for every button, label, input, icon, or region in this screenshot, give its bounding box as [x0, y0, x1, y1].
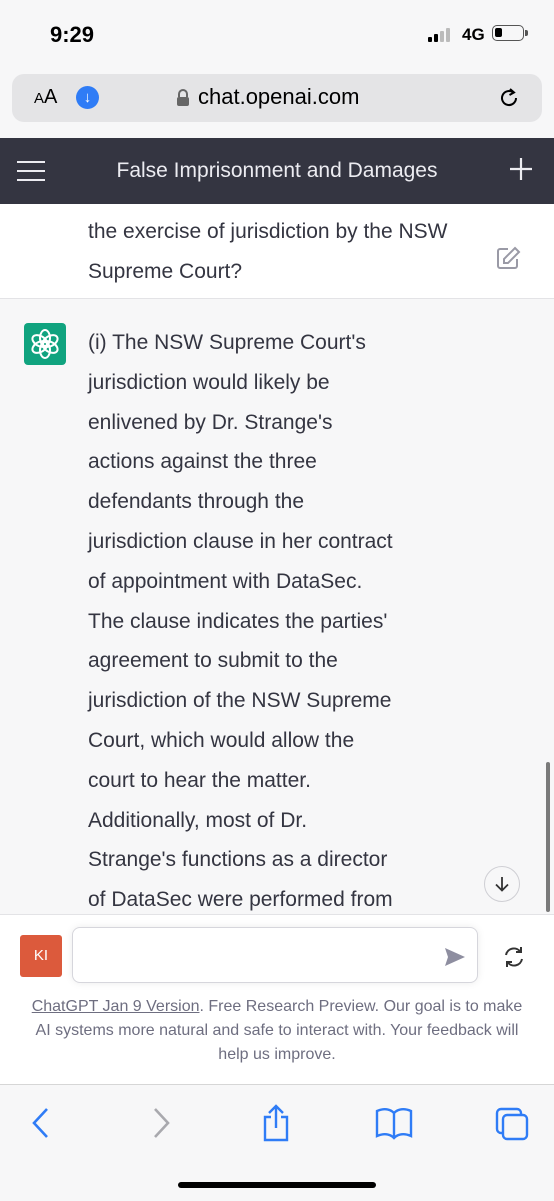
url-text[interactable]: chat.openai.com: [198, 84, 359, 110]
edit-icon[interactable]: [496, 246, 522, 270]
chevron-down-icon: [495, 877, 509, 892]
plus-icon[interactable]: [508, 156, 534, 182]
downloads-icon[interactable]: ↓: [76, 86, 99, 109]
chat-header: False Imprisonment and Damages: [0, 138, 554, 204]
scrollbar[interactable]: [546, 762, 550, 912]
assistant-line: (i) The NSW Supreme Court's: [88, 331, 366, 354]
user-message-line: the exercise of jurisdiction by the NSW: [88, 220, 448, 243]
assistant-line: Strange's functions as a director: [88, 848, 388, 872]
regenerate-icon[interactable]: [502, 945, 526, 969]
back-icon[interactable]: [30, 1103, 52, 1143]
assistant-line: jurisdiction of the NSW Supreme: [88, 689, 392, 713]
message-input[interactable]: [72, 927, 478, 983]
text-size-button[interactable]: AA: [34, 86, 57, 109]
network-type: 4G: [462, 25, 485, 44]
status-time: 9:29: [50, 22, 95, 47]
openai-logo-icon: [24, 323, 66, 365]
avatar: KI: [20, 935, 62, 977]
home-indicator[interactable]: [178, 1182, 376, 1188]
battery-icon: [492, 25, 524, 41]
assistant-message-text: (i) The NSW Supreme Court's jurisdiction…: [88, 323, 448, 913]
tabs-icon[interactable]: [494, 1103, 530, 1143]
send-icon[interactable]: [444, 947, 466, 967]
assistant-line: Court, which would allow the: [88, 728, 355, 752]
assistant-line: defendants through the: [88, 490, 305, 514]
user-message-text: g g the exercise of jurisdiction by the …: [88, 204, 508, 292]
version-link[interactable]: ChatGPT Jan 9 Version: [32, 998, 200, 1015]
assistant-line: Additionally, most of Dr.: [88, 808, 308, 832]
assistant-line: jurisdiction clause in her contract: [88, 529, 393, 553]
status-bar: 9:29 4G: [0, 0, 554, 72]
conversation-title: False Imprisonment and Damages: [116, 159, 438, 182]
assistant-line: court to hear the matter.: [88, 768, 311, 792]
forward-icon[interactable]: [150, 1103, 172, 1143]
assistant-line: agreement to submit to the: [88, 649, 338, 673]
assistant-line: of DataSec were performed from: [88, 888, 393, 912]
assistant-line: The clause indicates the parties': [88, 609, 388, 633]
user-message-line: Supreme Court?: [88, 260, 243, 283]
text-size-small: A: [34, 90, 45, 107]
assistant-line: of appointment with DataSec.: [88, 569, 363, 593]
url-bar[interactable]: AA ↓ chat.openai.com: [12, 74, 542, 122]
battery-nub: [525, 30, 528, 36]
user-message: g g the exercise of jurisdiction by the …: [0, 204, 554, 299]
assistant-line: enlivened by Dr. Strange's: [88, 410, 333, 434]
text-size-large: A: [44, 86, 58, 108]
footer-note: ChatGPT Jan 9 Version. Free Research Pre…: [24, 995, 530, 1067]
reload-icon[interactable]: [496, 85, 522, 111]
share-icon[interactable]: [260, 1103, 292, 1143]
scroll-to-bottom-button[interactable]: [484, 866, 520, 902]
assistant-message: (i) The NSW Supreme Court's jurisdiction…: [0, 299, 554, 913]
signal-icon: [428, 28, 450, 42]
composer: KI ChatGPT Jan 9 Version. Free Research …: [0, 914, 554, 1085]
bookmarks-icon[interactable]: [374, 1103, 414, 1143]
assistant-line: actions against the three: [88, 450, 317, 474]
assistant-line: jurisdiction would likely be: [88, 370, 330, 394]
lock-icon: [177, 89, 189, 106]
user-message-line: g g: [88, 204, 508, 212]
